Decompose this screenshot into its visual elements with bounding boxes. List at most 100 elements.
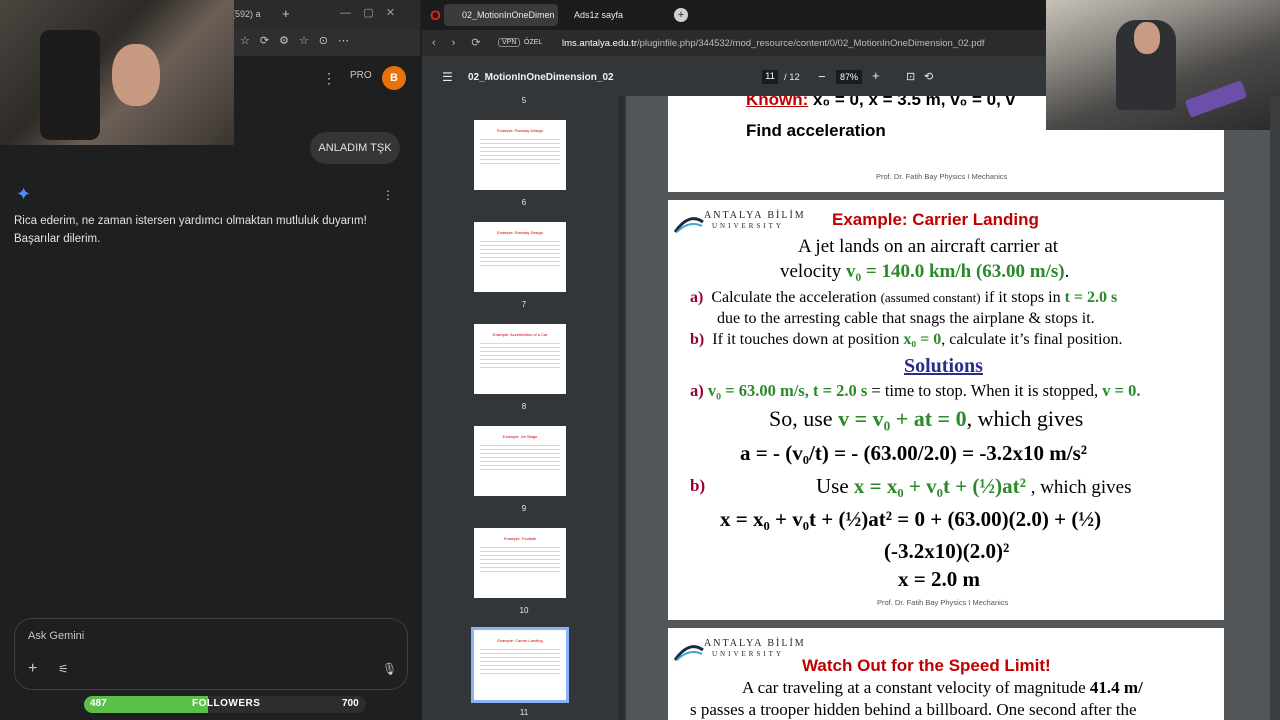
position-equation-cont: (-3.2x10)(2.0)² [884, 539, 1010, 563]
gemini-response: Rica ederim, ne zaman istersen yardımcı … [14, 215, 367, 245]
time-value: t = 2.0 s [1064, 289, 1118, 306]
problem-line-2: s passes a trooper hidden behind a billb… [690, 700, 1137, 719]
mic-icon[interactable]: 🎙 [382, 662, 397, 676]
zoom-level[interactable]: 87% [836, 70, 862, 84]
zoom-in-button[interactable]: + [872, 68, 880, 83]
x0-value: x₀ = 0 [903, 331, 942, 348]
youtube-tab[interactable]: (592) a [232, 9, 261, 19]
thumb-body [480, 136, 560, 166]
text: If it touches down at position [712, 331, 904, 348]
private-badge: ÖZEL [524, 39, 543, 46]
window-controls[interactable]: — ▢ ✕ [340, 6, 395, 19]
prompt-box[interactable] [14, 618, 408, 690]
university-logo: ANTALYA BİLİM UNIVERSITY [674, 636, 814, 666]
text: Use [816, 474, 854, 498]
text: (assumed constant) [880, 290, 981, 305]
thumb-num-9: 9 [521, 504, 527, 513]
logo-subtitle: UNIVERSITY [712, 222, 784, 230]
followers-goal: 700 [342, 698, 359, 709]
thumbnail-7[interactable]: Example: Runway Design [474, 222, 566, 292]
zoom-out-button[interactable]: − [818, 69, 826, 84]
thumb-title: Example: Runway Design [497, 128, 543, 133]
text: A car traveling at a constant velocity o… [742, 678, 1090, 697]
slide-title: Example: Carrier Landing [832, 210, 1039, 229]
thumb-num-7: 7 [521, 300, 527, 309]
sidebar-toggle-icon[interactable]: ☰ [442, 70, 453, 84]
gemini-window: (592) a + — ▢ ✕ ☆⟳⚙☆⊙⋯ ⋮ PRO B ANLADIM T… [0, 0, 420, 720]
position-equation: x = x₀ + v₀t + (½)at² = 0 + (63.00)(2.0)… [720, 507, 1102, 531]
part-a-label: a) [690, 289, 704, 306]
university-logo: ANTALYA BİLİM UNIVERSITY [674, 208, 814, 238]
rotate-icon[interactable]: ⟲ [924, 70, 933, 83]
nav-buttons[interactable]: ‹›⟳ [432, 36, 497, 49]
thumb-body [480, 646, 560, 676]
thumbnail-9[interactable]: Example: Jet Stage [474, 426, 566, 496]
page-total: / 12 [784, 72, 800, 83]
text: a) [690, 381, 708, 400]
thumb-title: Example: Acceleration of a Car [492, 332, 548, 337]
tab-ads[interactable]: Ads1z sayfa [574, 10, 623, 20]
followers-label: FOLLOWERS [192, 698, 261, 709]
thumb-body [480, 442, 560, 472]
more-menu-icon[interactable]: ⋮ [322, 70, 336, 87]
part-b-line: b) If it touches down at position x₀ = 0… [690, 331, 1123, 349]
pdf-scrollbar[interactable] [1270, 96, 1280, 720]
page-number-input[interactable]: 11 [762, 70, 778, 84]
add-button[interactable]: + [28, 660, 37, 678]
text: . [1064, 261, 1070, 282]
webcam-overlay-left [0, 0, 234, 145]
logo-arc-icon [674, 217, 704, 233]
known-label: Known: [746, 96, 809, 109]
final-velocity: v = 0. [1102, 381, 1141, 400]
text: = time to stop. When it is stopped, [867, 381, 1103, 400]
prompt-input[interactable]: Ask Gemini [28, 630, 84, 642]
tools-icon[interactable]: ⚟ [58, 662, 69, 676]
pdf-title: 02_MotionInOneDimension_02 [468, 72, 614, 83]
problem-line-2: velocity v₀ = 140.0 km/h (63.00 m/s). [780, 261, 1069, 283]
tab-pdf-label[interactable]: 02_MotionInOneDimensio [462, 10, 554, 20]
problem-line-1: A jet lands on an aircraft carrier at [798, 236, 1059, 257]
slide-title: Watch Out for the Speed Limit! [802, 656, 1051, 675]
extension-icons[interactable]: ☆⟳⚙☆⊙⋯ [240, 34, 359, 47]
find-line: Find acceleration [746, 121, 886, 140]
pro-badge: PRO [350, 70, 372, 81]
followers-count: 487 [90, 698, 107, 709]
pdf-viewer[interactable]: Known: x₀ = 0, x = 3.5 m, v₀ = 0, v Find… [626, 96, 1280, 720]
vpn-badge[interactable]: VPN [498, 38, 521, 47]
response-more-icon[interactable]: ⋮ [382, 188, 394, 202]
known-text: x₀ = 0, x = 3.5 m, v₀ = 0, v [808, 96, 1016, 109]
speed-value: 41.4 m/ [1089, 678, 1143, 697]
logo-arc-icon [674, 645, 704, 661]
thumbnail-10[interactable]: Example: Football [474, 528, 566, 598]
thumbnail-11[interactable]: Example: Carrier Landing [471, 627, 569, 703]
streamer-head [1134, 22, 1160, 54]
text: b) [690, 476, 706, 495]
url-path: /pluginfile.php/344532/mod_resource/cont… [636, 38, 985, 49]
logo-name: ANTALYA BİLİM [704, 638, 806, 649]
thumbnail-6[interactable]: Example: Runway Design [474, 120, 566, 190]
url-field[interactable]: lms.antalya.edu.tr/pluginfile.php/344532… [562, 38, 985, 49]
thumb-body [480, 238, 560, 268]
part-a-line-2: due to the arresting cable that snags th… [717, 310, 1095, 327]
avatar[interactable]: B [382, 66, 406, 90]
url-domain: lms.antalya.edu.tr [562, 38, 637, 49]
fit-page-icon[interactable]: ⊡ [906, 70, 915, 83]
opera-logo-icon[interactable]: O [430, 7, 441, 23]
thumb-title: Example: Jet Stage [502, 434, 538, 439]
thumb-num-8: 8 [521, 402, 527, 411]
new-tab-icon[interactable]: + [282, 6, 290, 21]
thumb-body [480, 544, 560, 574]
chair [40, 30, 100, 140]
thumb-title: Example: Football [503, 536, 536, 541]
new-tab-icon[interactable]: + [674, 8, 688, 22]
thumbnail-8[interactable]: Example: Acceleration of a Car [474, 324, 566, 394]
thumb-title: Example: Carrier Landing [497, 638, 543, 643]
sidebar-scrollbar[interactable] [618, 96, 624, 720]
solution-b-line: Use x = x₀ + v₀t + (½)at² , which gives [816, 474, 1131, 499]
page-footer: Prof. Dr. Fatih Bay Physics I Mechanics [877, 598, 1009, 607]
thumb-title: Example: Runway Design [497, 230, 543, 235]
thumb-num-6: 6 [521, 198, 527, 207]
acceleration-result: a = - (v₀/t) = - (63.00/2.0) = -3.2x10 m… [740, 441, 1088, 465]
page-footer: Prof. Dr. Fatih Bay Physics I Mechanics [876, 172, 1008, 181]
keyboard [1184, 80, 1248, 118]
